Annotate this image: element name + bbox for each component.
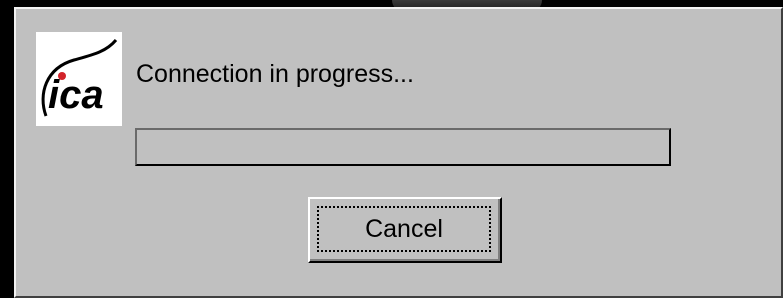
screen: ica Connection in progress... Cancel (0, 0, 783, 298)
ica-logo-icon: ica (36, 32, 122, 126)
progress-bar (135, 128, 671, 166)
cancel-label: Cancel (365, 214, 443, 243)
cancel-button[interactable]: Cancel (308, 197, 502, 263)
ica-logo-graphic: ica (41, 38, 118, 117)
logo-text: ica (48, 73, 104, 117)
connection-dialog: ica Connection in progress... Cancel (14, 7, 783, 298)
cancel-focus-outline: Cancel (317, 206, 491, 252)
status-message: Connection in progress... (136, 60, 414, 88)
